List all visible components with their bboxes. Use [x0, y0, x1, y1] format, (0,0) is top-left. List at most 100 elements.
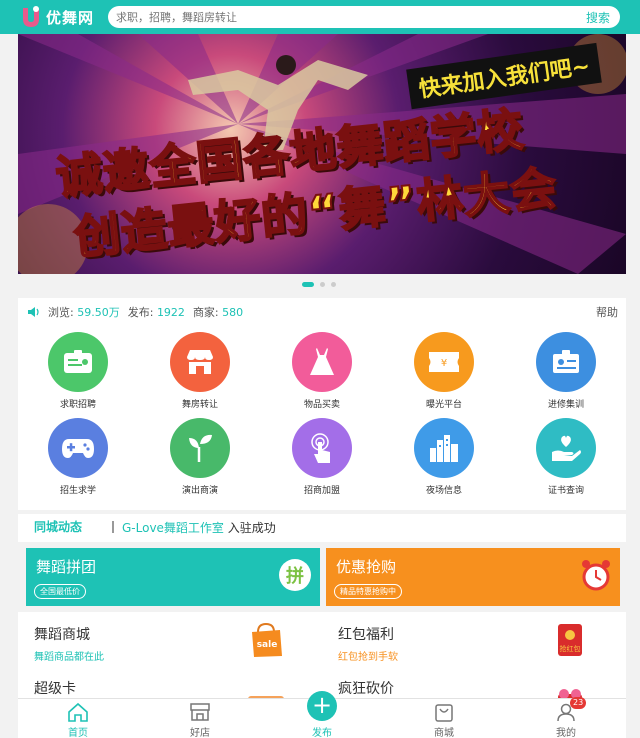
sprout-icon	[189, 434, 212, 462]
nav-mine[interactable]: 23 我的	[526, 697, 606, 738]
category-nightlife[interactable]: 夜场信息	[394, 418, 494, 496]
category-label: 曝光平台	[425, 400, 462, 410]
ticket-icon: ¥	[429, 352, 459, 372]
promo-title: 舞蹈拼团	[36, 558, 97, 576]
feature-title: 疯狂砍价	[338, 681, 394, 697]
notification-badge: 23	[570, 697, 587, 709]
category-circle	[292, 418, 352, 478]
category-label: 招生求学	[59, 486, 96, 496]
promo-tag: 精品特惠抢购中	[334, 584, 402, 599]
badge-icon	[553, 350, 579, 373]
category-panel: 浏览: 59.50万 发布: 1922 商家: 580 帮助 求职招聘 舞房转让…	[18, 298, 626, 510]
flash-sale-card[interactable]: 优惠抢购 精品特惠抢购中	[326, 548, 620, 606]
group-buy-card[interactable]: 舞蹈拼团 全国最低价 拼	[26, 548, 320, 606]
category-circle	[48, 332, 108, 392]
pin-icon: 拼	[278, 558, 312, 596]
nav-home[interactable]: 首页	[38, 699, 118, 738]
shopping-bag-icon	[435, 704, 453, 722]
feature-dance-mall[interactable]: 舞蹈商城 舞蹈商品都在此 sale	[18, 612, 322, 666]
carousel-dot[interactable]	[320, 282, 325, 287]
sale-bag-icon: sale	[252, 622, 282, 657]
nav-label: 商城	[434, 728, 454, 738]
nav-shops[interactable]: 好店	[160, 699, 240, 738]
category-franchise[interactable]: 招商加盟	[272, 418, 372, 496]
news-highlight: G-Love舞蹈工作室	[122, 521, 224, 535]
category-circle	[170, 418, 230, 478]
news-text: 入驻成功	[227, 521, 276, 535]
nav-label: 首页	[68, 728, 88, 738]
category-studio-transfer[interactable]: 舞房转让	[150, 332, 250, 410]
search-box: 搜索	[108, 6, 620, 28]
red-envelope-text: 抢红包	[560, 644, 581, 653]
category-performance[interactable]: 演出商演	[150, 418, 250, 496]
touch-icon	[311, 433, 330, 463]
merchants-value: 580	[222, 306, 244, 319]
divider	[112, 521, 114, 533]
gamepad-icon	[62, 439, 94, 458]
merchants-label: 商家:	[192, 306, 219, 319]
category-circle	[414, 418, 474, 478]
category-label: 演出商演	[181, 486, 218, 496]
city-icon	[430, 435, 458, 462]
category-training[interactable]: 进修集训	[516, 332, 616, 410]
carousel-dot-active[interactable]	[302, 282, 314, 287]
views-label: 浏览:	[48, 306, 74, 319]
feature-title: 红包福利	[338, 627, 394, 643]
plus-icon: +	[307, 691, 337, 721]
category-label: 夜场信息	[425, 486, 462, 496]
category-exposure[interactable]: ¥ 曝光平台	[394, 332, 494, 410]
alarm-clock-icon	[580, 558, 612, 596]
feature-red-envelope[interactable]: 红包福利 红包抢到手软 抢红包	[322, 612, 626, 666]
feature-subtitle: 舞蹈商品都在此	[34, 652, 104, 663]
feature-title: 舞蹈商城	[34, 627, 90, 643]
sale-bag-text: sale	[257, 640, 278, 650]
local-news-ticker[interactable]: 同城动态 G-Love舞蹈工作室 入驻成功	[18, 514, 626, 542]
category-circle	[536, 332, 596, 392]
hand-heart-icon	[552, 435, 581, 461]
search-button[interactable]: 搜索	[586, 9, 610, 26]
nav-publish[interactable]: + 发布	[282, 691, 362, 738]
promo-banner[interactable]: 快来加入我们吧~ 诚邀全国各地舞蹈学校 创造最好的“舞”林大会	[18, 34, 626, 274]
dress-icon	[310, 348, 334, 375]
category-circle	[48, 418, 108, 478]
logo-text: 优舞网	[46, 8, 95, 27]
svg-text:¥: ¥	[441, 358, 447, 369]
carousel-dots	[302, 282, 336, 287]
views-value: 59.50万	[77, 306, 120, 319]
site-stats: 浏览: 59.50万 发布: 1922 商家: 580	[28, 304, 243, 320]
search-input[interactable]	[116, 6, 556, 28]
category-label: 求职招聘	[59, 400, 96, 410]
home-icon	[68, 702, 88, 722]
help-link[interactable]: 帮助	[596, 304, 618, 320]
nav-label: 发布	[312, 728, 332, 738]
category-enrollment[interactable]: 招生求学	[28, 418, 128, 496]
nav-mall[interactable]: 商城	[404, 699, 484, 738]
bottom-nav: 首页 好店 + 发布 商城 23 我的	[18, 691, 626, 738]
category-goods[interactable]: 物品买卖	[272, 332, 372, 410]
category-label: 舞房转让	[181, 400, 218, 410]
shop-icon	[187, 350, 213, 374]
nav-label: 我的	[556, 728, 576, 738]
category-label: 证书查询	[547, 486, 584, 496]
speaker-icon	[28, 307, 39, 317]
local-news-title: 同城动态	[34, 520, 83, 534]
category-circle	[292, 332, 352, 392]
pin-icon-text: 拼	[286, 565, 304, 587]
category-circle	[170, 332, 230, 392]
carousel-dot[interactable]	[331, 282, 336, 287]
category-job[interactable]: 求职招聘	[28, 332, 128, 410]
category-certificate[interactable]: 证书查询	[516, 418, 616, 496]
logo-u-icon	[23, 6, 39, 27]
logo[interactable]: 优舞网	[20, 4, 94, 30]
posts-label: 发布:	[127, 306, 154, 319]
feature-title: 超级卡	[34, 681, 76, 697]
posts-value: 1922	[156, 306, 185, 319]
category-label: 物品买卖	[303, 400, 340, 410]
local-news-text: G-Love舞蹈工作室 入驻成功	[122, 519, 276, 536]
category-label: 进修集训	[547, 400, 584, 410]
promo-tag: 全国最低价	[34, 584, 86, 599]
app-header: 优舞网 搜索	[0, 0, 640, 34]
category-label: 招商加盟	[303, 486, 340, 496]
promo-title: 优惠抢购	[336, 558, 397, 576]
red-envelope-icon: 抢红包	[558, 624, 582, 656]
